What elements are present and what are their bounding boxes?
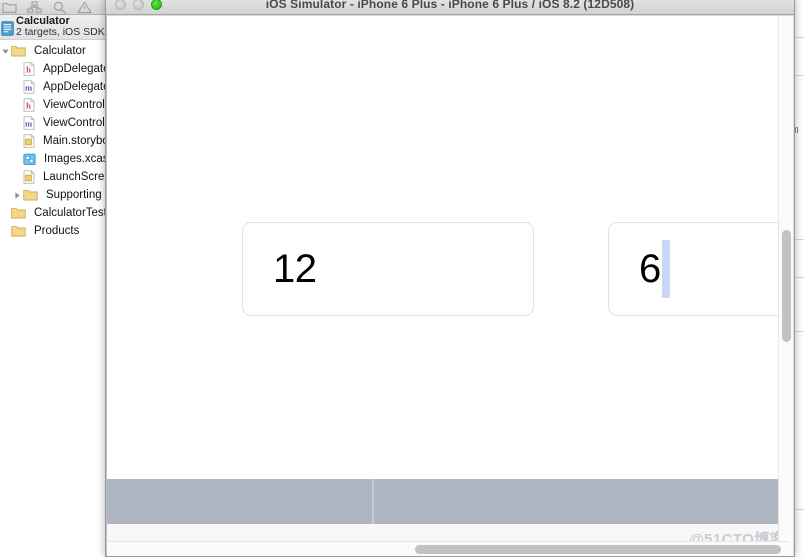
operand-a-value: 12 xyxy=(273,246,317,291)
window-title: iOS Simulator - iPhone 6 Plus - iPhone 6… xyxy=(265,0,635,11)
project-header-row[interactable]: Calculator 2 targets, iOS SDK 8 xyxy=(0,15,105,40)
navigator-row[interactable]: Images.xcass xyxy=(0,150,105,168)
project-subtitle: 2 targets, iOS SDK 8 xyxy=(16,26,105,39)
project-navigator[interactable]: Calculator 2 targets, iOS SDK 8 Calculat… xyxy=(0,15,105,557)
svg-text:m: m xyxy=(25,119,32,129)
hierarchy-icon[interactable] xyxy=(27,1,42,14)
navigator-row[interactable]: Main.storybo xyxy=(0,132,105,150)
navigator-row-label: Products xyxy=(34,225,80,237)
xcode-toolbar xyxy=(0,0,105,15)
folder-yellow-icon xyxy=(11,45,30,57)
navigator-row-label: AppDelegate. xyxy=(43,81,105,93)
operand-a-textfield[interactable]: 12 xyxy=(242,222,534,316)
navigator-row-label: AppDelegate. xyxy=(43,63,105,75)
search-icon[interactable] xyxy=(52,1,67,14)
navigator-row[interactable]: CalculatorTests xyxy=(0,204,105,222)
svg-text:h: h xyxy=(26,65,31,75)
disclosure-triangle-icon[interactable] xyxy=(0,47,11,56)
header-file-h-icon: h xyxy=(23,98,39,112)
navigator-row[interactable]: h AppDelegate. xyxy=(0,60,105,78)
navigator-row-label: LaunchScreen xyxy=(43,171,105,183)
warning-triangle-icon[interactable] xyxy=(77,1,92,14)
text-caret xyxy=(661,240,670,298)
storyboard-file-icon xyxy=(23,134,39,148)
navigator-row[interactable]: Calculator xyxy=(0,42,105,60)
navigator-row-label: Main.storybo xyxy=(43,135,105,147)
source-file-m-icon: m xyxy=(23,116,39,130)
simulator-horizontal-scrollbar[interactable] xyxy=(107,541,789,556)
folder-yellow-icon xyxy=(23,189,42,201)
vertical-scrollbar-thumb[interactable] xyxy=(782,230,791,342)
project-header-text: Calculator 2 targets, iOS SDK 8 xyxy=(16,16,105,39)
navigator-row-label: CalculatorTests xyxy=(34,207,105,219)
folder-navigator-icon[interactable] xyxy=(2,1,17,14)
calculator-app-canvas: 12 6 @51CTO博客 xyxy=(107,16,789,556)
simulator-vertical-scrollbar[interactable] xyxy=(778,16,793,556)
navigator-row[interactable]: Supporting Fi xyxy=(0,186,105,204)
navigator-row[interactable]: m AppDelegate. xyxy=(0,78,105,96)
asset-catalog-icon xyxy=(23,153,40,166)
horizontal-scrollbar-thumb[interactable] xyxy=(415,545,781,554)
storyboard-file-icon xyxy=(23,170,39,184)
onscreen-keyboard[interactable] xyxy=(107,479,789,524)
navigator-row[interactable]: Products xyxy=(0,222,105,240)
svg-text:h: h xyxy=(26,101,31,111)
svg-text:m: m xyxy=(25,83,32,93)
source-file-m-icon: m xyxy=(23,80,39,94)
navigator-row[interactable]: h ViewControlle xyxy=(0,96,105,114)
navigator-row[interactable]: LaunchScreen xyxy=(0,168,105,186)
ios-simulator-window[interactable]: iOS Simulator - iPhone 6 Plus - iPhone 6… xyxy=(105,0,795,557)
navigator-row-label: ViewControlle xyxy=(43,117,105,129)
navigator-row[interactable]: m ViewControlle xyxy=(0,114,105,132)
folder-yellow-icon xyxy=(11,225,30,237)
navigator-file-list[interactable]: CalculatorhAppDelegate.mAppDelegate.hVie… xyxy=(0,40,105,240)
navigator-row-label: Calculator xyxy=(34,45,86,57)
keyboard-divider xyxy=(372,479,374,524)
navigator-row-label: Images.xcass xyxy=(44,153,105,165)
xcode-toolbar-icon-group xyxy=(0,0,92,15)
navigator-row-label: ViewControlle xyxy=(43,99,105,111)
screenshot-root: Calculator 2 targets, iOS SDK 8 Calculat… xyxy=(0,0,804,557)
folder-yellow-icon xyxy=(11,207,30,219)
disclosure-triangle-icon[interactable] xyxy=(12,191,23,200)
operand-b-value: 6 xyxy=(639,246,661,291)
operand-b-textfield[interactable]: 6 xyxy=(608,222,789,316)
header-file-h-icon: h xyxy=(23,62,39,76)
navigator-row-label: Supporting Fi xyxy=(46,189,105,201)
simulator-titlebar[interactable]: iOS Simulator - iPhone 6 Plus - iPhone 6… xyxy=(106,0,794,15)
xcode-project-icon xyxy=(1,20,14,36)
device-screen: 12 6 @51CTO博客 xyxy=(107,16,789,556)
